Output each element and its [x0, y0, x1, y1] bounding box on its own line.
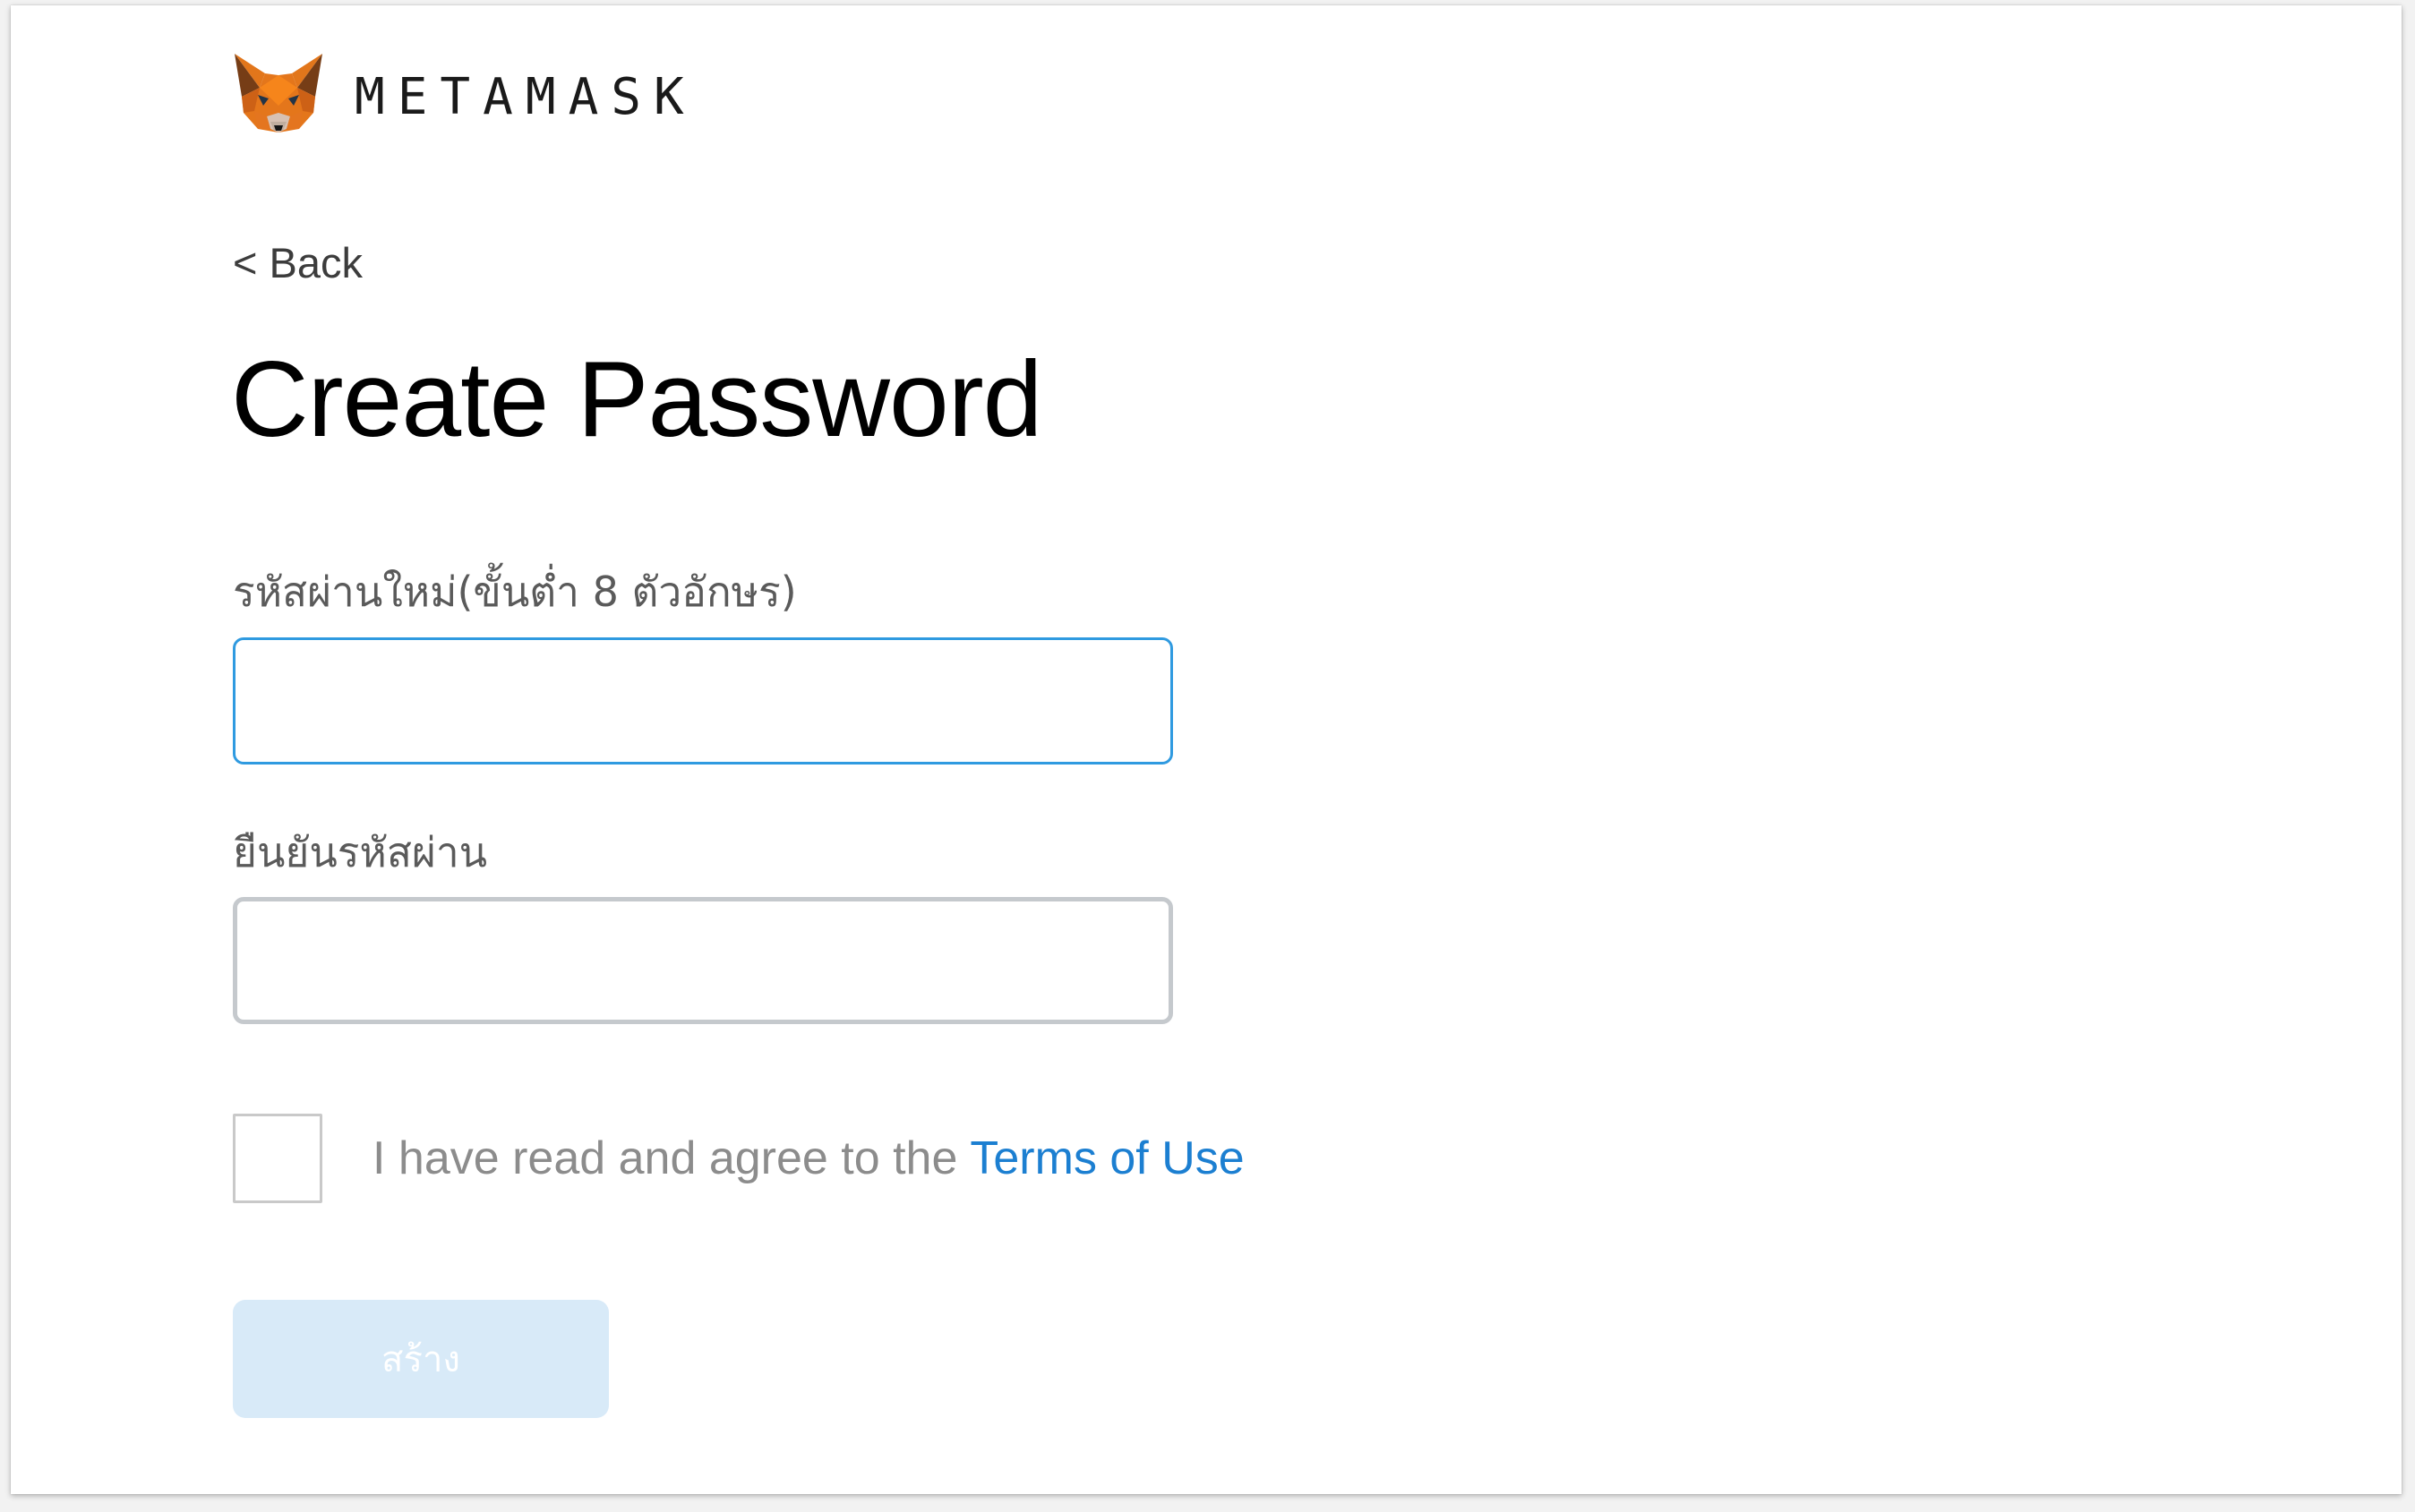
new-password-label: รหัสผ่านใหม่(ขั้นต่ำ 8 ตัวอักษร): [233, 568, 797, 616]
page-title: Create Password: [231, 339, 1042, 459]
terms-of-use-link[interactable]: Terms of Use: [970, 1132, 1244, 1185]
brand-wordmark: METAMASK: [355, 67, 697, 126]
create-button[interactable]: สร้าง: [233, 1300, 609, 1418]
brand-header: METAMASK: [233, 52, 697, 141]
confirm-password-label: ยืนยันรหัสผ่าน: [233, 828, 488, 876]
new-password-input[interactable]: [233, 637, 1173, 765]
confirm-password-input[interactable]: [233, 897, 1173, 1024]
terms-checkbox[interactable]: [233, 1114, 322, 1203]
metamask-fox-icon: [235, 54, 322, 132]
terms-text: I have read and agree to the: [373, 1132, 958, 1184]
app-window: METAMASK < Back Create Password รหัสผ่าน…: [11, 5, 2402, 1494]
terms-agreement-row: I have read and agree to the Terms of Us…: [233, 1112, 1245, 1205]
back-link[interactable]: < Back: [233, 242, 363, 284]
